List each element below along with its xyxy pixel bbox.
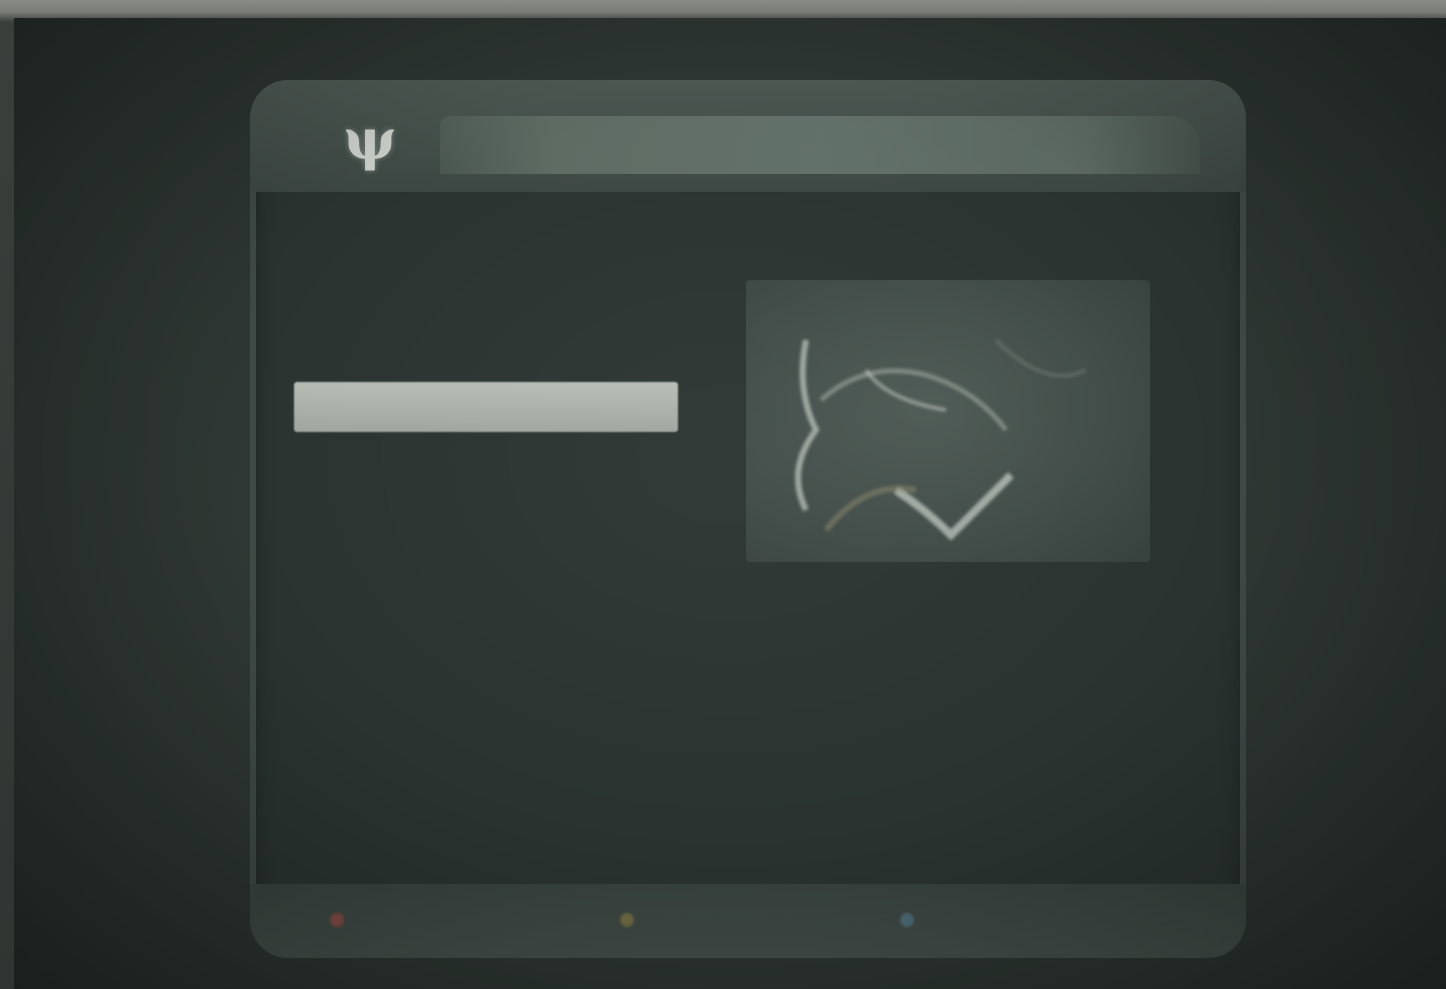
preview-graphic bbox=[795, 338, 1087, 541]
menu-item-3-selected[interactable] bbox=[294, 382, 678, 432]
menu-item-5[interactable] bbox=[294, 513, 678, 563]
tv-screen: ψ bbox=[14, 18, 1446, 989]
photo-frame: ψ bbox=[0, 0, 1446, 989]
preview-image bbox=[746, 280, 1150, 562]
menu-item-7[interactable] bbox=[294, 641, 678, 691]
footer-button-1[interactable] bbox=[330, 902, 354, 938]
menu-item-2[interactable] bbox=[294, 319, 678, 369]
blue-key-icon bbox=[900, 913, 914, 927]
menu-item-4[interactable] bbox=[294, 449, 678, 499]
menu-item-8[interactable] bbox=[294, 705, 678, 755]
yellow-key-icon bbox=[620, 913, 634, 927]
footer-button-2[interactable] bbox=[620, 902, 644, 938]
footer-button-3[interactable] bbox=[900, 902, 924, 938]
menu-panel: ψ bbox=[250, 80, 1246, 958]
logo-icon: ψ bbox=[343, 107, 397, 173]
panel-header: ψ bbox=[250, 80, 1246, 192]
menu-item-9[interactable] bbox=[294, 791, 678, 841]
title-bar bbox=[440, 116, 1200, 174]
footer-bar bbox=[250, 884, 1246, 958]
menu-item-6[interactable] bbox=[294, 577, 678, 627]
menu-item-1[interactable] bbox=[294, 255, 678, 305]
red-key-icon bbox=[330, 913, 344, 927]
